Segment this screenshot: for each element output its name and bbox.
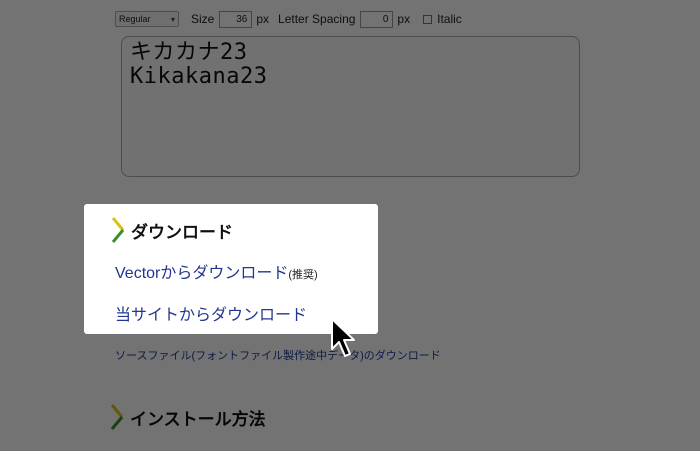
mouse-cursor-icon: [331, 318, 355, 357]
install-heading: インストール方法: [110, 404, 266, 430]
letter-spacing-input[interactable]: 0: [360, 10, 394, 28]
preview-line-1: キカカナ23: [130, 40, 248, 65]
install-heading-text: インストール方法: [130, 409, 266, 429]
italic-label: Italic: [437, 12, 462, 26]
letter-spacing-label: Letter Spacing: [278, 12, 356, 26]
download-heading: ダウンロード: [111, 217, 233, 243]
weight-select-value: Regular: [119, 14, 151, 24]
vector-download-text: Vectorからダウンロード: [115, 265, 289, 282]
size-label: Size: [191, 12, 215, 26]
vector-download-link[interactable]: Vectorからダウンロード(推奨): [115, 259, 318, 283]
recommended-note: (推奨): [288, 269, 318, 281]
size-input[interactable]: 36: [219, 10, 253, 28]
font-toolbar: Regular ▾ Size 36 px Letter Spacing 0 px…: [115, 9, 462, 29]
chevron-down-icon: ▾: [170, 14, 175, 24]
source-download-link[interactable]: ソースファイル(フォントファイル製作途中データ)のダウンロード: [115, 347, 441, 363]
preview-line-2: Kikakana23: [130, 64, 268, 89]
letter-spacing-unit: px: [397, 12, 411, 26]
font-preview-textarea[interactable]: キカカナ23 Kikakana23: [121, 36, 580, 177]
download-heading-text: ダウンロード: [131, 222, 233, 242]
section-chevron-icon: [111, 217, 125, 243]
italic-checkbox[interactable]: [423, 14, 433, 24]
section-chevron-icon: [110, 404, 124, 430]
weight-select[interactable]: Regular ▾: [115, 11, 179, 27]
download-popup: ダウンロード Vectorからダウンロード(推奨) 当サイトからダウンロード: [84, 204, 378, 334]
site-download-link[interactable]: 当サイトからダウンロード: [115, 301, 307, 325]
size-unit: px: [256, 12, 270, 26]
